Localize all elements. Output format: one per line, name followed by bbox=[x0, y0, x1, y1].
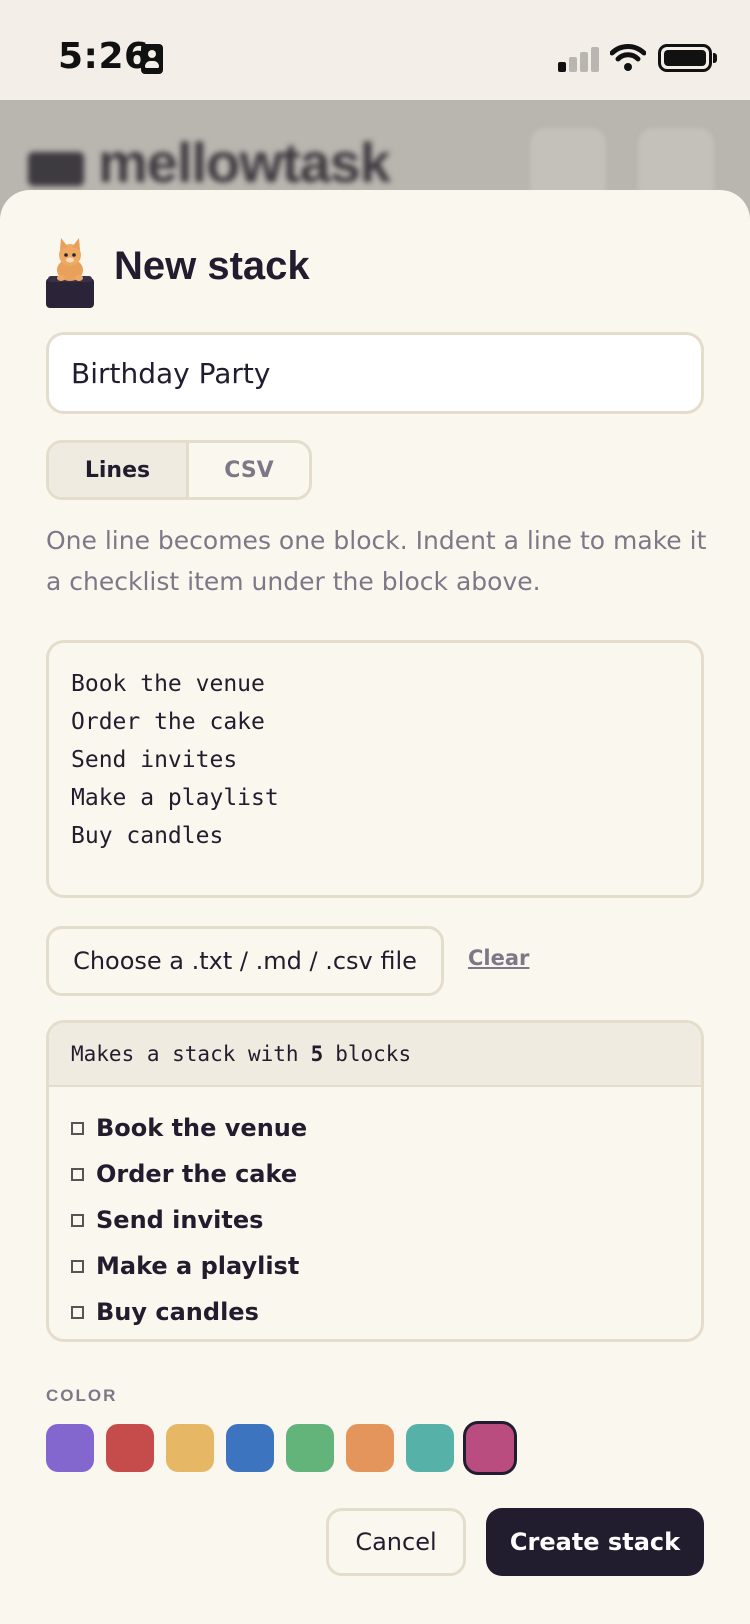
tab-csv[interactable]: CSV bbox=[189, 443, 309, 497]
checkbox-icon bbox=[71, 1121, 84, 1135]
list-item: Book the venue bbox=[71, 1105, 679, 1151]
color-swatch-magenta[interactable] bbox=[466, 1424, 514, 1472]
preview-block-count: 5 bbox=[310, 1042, 324, 1066]
color-section-label: COLOR bbox=[46, 1386, 118, 1405]
cancel-button[interactable]: Cancel bbox=[326, 1508, 466, 1576]
tab-lines[interactable]: Lines bbox=[49, 443, 189, 497]
cat-mascot-icon bbox=[46, 238, 94, 308]
color-swatch-green[interactable] bbox=[286, 1424, 334, 1472]
color-swatch-red[interactable] bbox=[106, 1424, 154, 1472]
list-item-label: Book the venue bbox=[96, 1114, 308, 1142]
dialog-header: New stack bbox=[46, 238, 706, 308]
new-stack-dialog: New stack Birthday Party Lines CSV One l… bbox=[0, 190, 750, 1624]
status-bar: 5:26 bbox=[0, 0, 750, 100]
signal-icon bbox=[558, 47, 600, 72]
preview-summary: Makes a stack with 5 blocks bbox=[49, 1023, 701, 1087]
choose-file-button[interactable]: Choose a .txt / .md / .csv file bbox=[46, 926, 444, 996]
preview-prefix: Makes a stack with bbox=[71, 1042, 299, 1066]
list-item-label: Make a playlist bbox=[96, 1252, 300, 1280]
color-swatch-orange[interactable] bbox=[346, 1424, 394, 1472]
status-time: 5:26 bbox=[58, 36, 150, 77]
lines-textarea[interactable]: Book the venue Order the cake Send invit… bbox=[46, 640, 704, 898]
stack-preview: Makes a stack with 5 blocks Book the ven… bbox=[46, 1020, 704, 1342]
stack-name-input[interactable]: Birthday Party bbox=[46, 332, 704, 414]
color-swatch-teal[interactable] bbox=[406, 1424, 454, 1472]
color-swatch-blue[interactable] bbox=[226, 1424, 274, 1472]
dialog-title: New stack bbox=[114, 244, 310, 288]
checkbox-icon bbox=[71, 1213, 84, 1227]
color-swatch-purple[interactable] bbox=[46, 1424, 94, 1472]
checkbox-icon bbox=[71, 1259, 84, 1273]
preview-list: Book the venue Order the cake Send invit… bbox=[49, 1087, 701, 1335]
battery-icon bbox=[658, 44, 717, 72]
brand-name: mellowtask bbox=[98, 131, 391, 194]
list-item-label: Send invites bbox=[96, 1206, 264, 1234]
preview-suffix: blocks bbox=[335, 1042, 412, 1066]
wifi-icon bbox=[610, 44, 646, 71]
list-item-label: Order the cake bbox=[96, 1160, 298, 1188]
checkbox-icon bbox=[71, 1167, 84, 1181]
id-card-icon bbox=[141, 44, 163, 74]
list-item: Buy candles bbox=[71, 1289, 679, 1335]
brand-logo-icon bbox=[28, 152, 84, 186]
stack-name-value: Birthday Party bbox=[71, 356, 271, 390]
format-tabs: Lines CSV bbox=[46, 440, 312, 500]
list-item: Order the cake bbox=[71, 1151, 679, 1197]
list-item: Make a playlist bbox=[71, 1243, 679, 1289]
create-stack-button[interactable]: Create stack bbox=[486, 1508, 704, 1576]
color-swatch-yellow[interactable] bbox=[166, 1424, 214, 1472]
checkbox-icon bbox=[71, 1305, 84, 1319]
help-text: One line becomes one block. Indent a lin… bbox=[46, 526, 707, 596]
list-item-label: Buy candles bbox=[96, 1298, 259, 1326]
list-item: Send invites bbox=[71, 1197, 679, 1243]
clear-link[interactable]: Clear bbox=[468, 946, 529, 970]
